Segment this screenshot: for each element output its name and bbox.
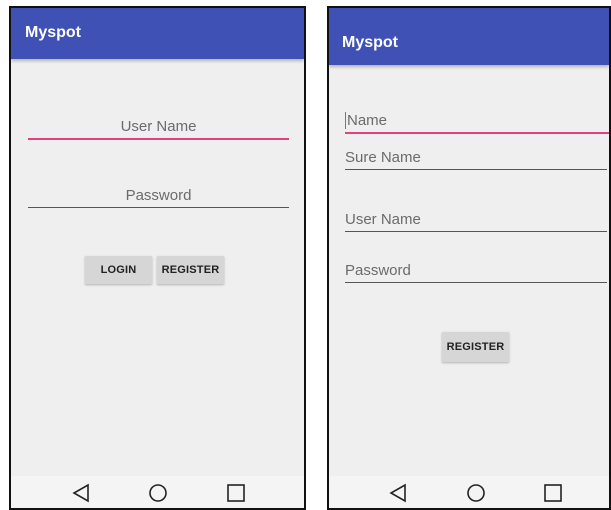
recents-icon[interactable] [543,483,563,503]
login-button[interactable]: LOGIN [85,256,152,284]
password-placeholder: Password [345,262,411,279]
home-icon[interactable] [466,483,486,503]
surename-input[interactable]: Sure Name [345,147,607,170]
surename-placeholder: Sure Name [345,149,421,166]
username-input[interactable]: User Name [345,209,607,232]
app-title: Myspot [25,24,81,41]
name-input[interactable]: Name [345,110,609,134]
password-input[interactable]: Password [28,185,289,208]
navigation-bar [11,476,304,508]
navigation-bar [329,476,609,508]
username-placeholder: User Name [120,118,197,135]
username-placeholder: User Name [345,211,421,228]
register-button[interactable]: REGISTER [157,256,224,284]
home-icon[interactable] [148,483,168,503]
register-screen: Myspot Name Sure Name User Name Password… [327,6,611,510]
name-placeholder: Name [347,112,388,129]
username-input[interactable]: User Name [28,116,289,140]
back-icon[interactable] [71,483,91,503]
register-button[interactable]: REGISTER [442,332,509,362]
text-cursor [345,112,346,129]
recents-icon[interactable] [226,483,246,503]
login-screen: Myspot User Name Password LOGIN REGISTER [9,6,306,510]
app-bar: Myspot [11,8,304,59]
password-input[interactable]: Password [345,260,607,283]
app-bar: Myspot [329,8,609,65]
back-icon[interactable] [388,483,408,503]
password-placeholder: Password [125,187,192,204]
app-title: Myspot [342,34,398,51]
